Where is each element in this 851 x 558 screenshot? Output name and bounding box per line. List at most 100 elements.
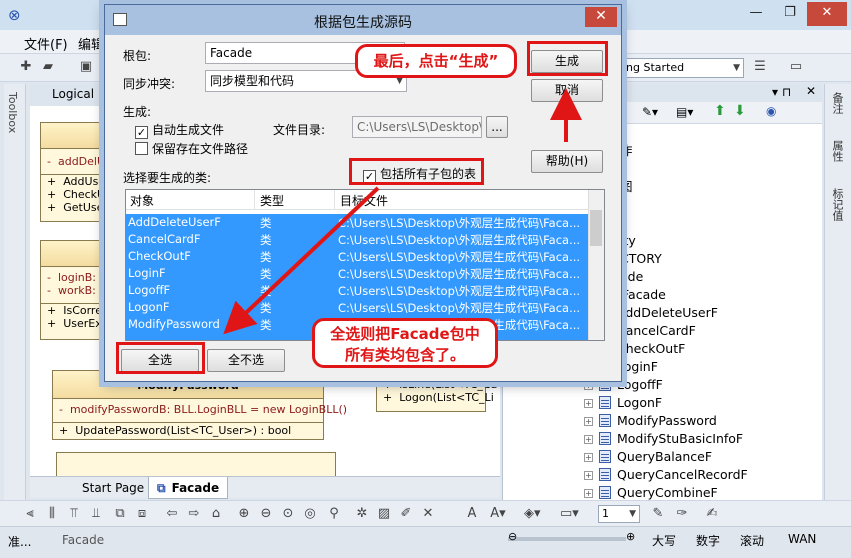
list-row[interactable]: AddDeleteUserF 类 C:\Users\LS\Desktop\外观层生成… xyxy=(126,214,588,231)
tab-logical[interactable]: Logical xyxy=(52,87,94,101)
callout-select-all: 全选则把Facade包中所有类均包含了。 xyxy=(312,318,498,368)
tree-item[interactable]: + ModifyStuBasicInfoF xyxy=(584,430,743,448)
help-button[interactable]: 帮助(H) xyxy=(531,150,603,173)
toolbar-combo[interactable]: ing Started ▼ xyxy=(620,58,744,78)
open-folder-icon[interactable]: ▰ xyxy=(40,59,56,75)
tree-item-partial[interactable]: ade xyxy=(620,268,643,286)
expand-icon[interactable]: + xyxy=(584,489,593,498)
list-scrollbar-thumb[interactable] xyxy=(590,210,602,246)
keep-path-checkbox[interactable]: 保留存在文件路径 xyxy=(135,140,248,157)
cancel-button[interactable]: 取消 xyxy=(531,79,603,102)
expand-icon[interactable]: + xyxy=(584,471,593,480)
list-row[interactable]: CancelCardF 类 C:\Users\LS\Desktop\外观层生成代码\… xyxy=(126,231,588,248)
menu-file[interactable]: 文件(F) xyxy=(24,34,68,53)
dialog-close-icon[interactable]: ✕ xyxy=(585,7,617,27)
select-none-button[interactable]: 全不选 xyxy=(207,349,285,372)
zoom-out-icon[interactable]: ⊖ xyxy=(258,506,274,522)
forward-icon[interactable]: ⇨ xyxy=(186,506,202,522)
save-icon[interactable]: ▣ xyxy=(78,59,94,75)
tree-item-partial[interactable]: CTORY xyxy=(620,250,662,268)
toolbox-label[interactable]: Toolbox xyxy=(6,92,19,133)
zoom-plus-icon[interactable]: ⊕ xyxy=(626,530,635,543)
list-row[interactable]: LoginF 类 C:\Users\LS\Desktop\外观层生成代码\Faca.… xyxy=(126,265,588,282)
tree-item[interactable]: + ModifyPassword xyxy=(584,412,717,430)
select-classes-label: 选择要生成的类: xyxy=(123,171,212,185)
settings-icon[interactable]: ✲ xyxy=(354,506,370,522)
root-package-label: 根包: xyxy=(123,49,152,63)
align-bottom-icon[interactable]: ⫫ xyxy=(88,506,104,522)
align-top-icon[interactable]: ⫪ xyxy=(66,506,82,522)
tree-item[interactable]: + QueryCancelRecordF xyxy=(584,466,748,484)
browse-button[interactable]: ... xyxy=(486,116,508,138)
expand-icon[interactable]: + xyxy=(584,417,593,426)
list-row[interactable]: CheckOutF 类 C:\Users\LS\Desktop\外观层生成代码\Fa… xyxy=(126,248,588,265)
back-icon[interactable]: ⇦ xyxy=(164,506,180,522)
tree-item[interactable]: + QueryCombineF xyxy=(584,484,718,500)
zoom-minus-icon[interactable]: ⊖ xyxy=(508,530,517,543)
column-header-target[interactable]: 目标文件 xyxy=(340,192,388,209)
list-view-icon[interactable]: ☰ xyxy=(752,59,768,75)
properties-icon[interactable]: ▤▾ xyxy=(676,105,693,119)
side-tab-properties[interactable]: 属性 xyxy=(829,140,845,162)
brush-icon[interactable]: ✑ xyxy=(674,506,690,522)
minimize-icon[interactable]: — xyxy=(739,2,773,26)
font-icon[interactable]: A xyxy=(464,506,480,522)
side-tab-notes[interactable]: 备注 xyxy=(829,92,845,114)
align-left-icon[interactable]: ⫷ xyxy=(22,506,38,522)
zoom-fit-icon[interactable]: ⊙ xyxy=(280,506,296,522)
arrow-down-icon[interactable]: ⬇ xyxy=(734,103,746,119)
expand-icon[interactable]: + xyxy=(584,399,593,408)
list-row[interactable]: LogonF 类 C:\Users\LS\Desktop\外观层生成代码\Faca.… xyxy=(126,299,588,316)
paint-icon[interactable]: ✐ xyxy=(398,506,414,522)
tab-facade[interactable]: ⧉ Facade xyxy=(148,477,229,499)
same-size-icon[interactable]: ⧉ xyxy=(112,506,128,522)
uml-class-box[interactable] xyxy=(56,452,336,476)
zoom-slider[interactable] xyxy=(508,537,626,541)
keep-path-label: 保留存在文件路径 xyxy=(152,142,249,156)
zoom-100-icon[interactable]: ◎ xyxy=(302,506,318,522)
line-color-icon[interactable]: ▭▾ xyxy=(560,506,579,522)
window-icon[interactable]: ▭ xyxy=(788,59,804,75)
menu-edit[interactable]: 编辑 xyxy=(78,34,104,53)
image-icon[interactable]: ▨ xyxy=(376,506,392,522)
status-num: 数字 xyxy=(696,534,721,548)
edit-icon[interactable]: ✎▾ xyxy=(642,105,658,119)
sync-conflict-value: 同步模型和代码 xyxy=(210,74,295,88)
file-dir-field[interactable]: C:\Users\LS\Desktop\外观 xyxy=(352,116,482,138)
new-icon[interactable]: ✚ xyxy=(18,59,34,75)
fill-color-icon[interactable]: ◈▾ xyxy=(524,506,541,522)
expand-icon[interactable]: + xyxy=(584,453,593,462)
side-tab-tagged-values[interactable]: 标记值 xyxy=(829,188,845,221)
checkbox-empty-icon xyxy=(135,142,148,155)
tree-item[interactable]: + QueryBalanceF xyxy=(584,448,712,466)
delete-icon[interactable]: ✕ xyxy=(420,506,436,522)
zoom-in-icon[interactable]: ⊕ xyxy=(236,506,252,522)
dialog-title: 根据包生成源码 xyxy=(314,15,412,31)
column-header-type[interactable]: 类型 xyxy=(260,192,284,209)
auto-generate-checkbox[interactable]: ✓ 自动生成文件 xyxy=(135,121,224,139)
arrow-up-icon[interactable]: ⬆ xyxy=(714,103,726,119)
tree-item-facade[interactable]: Facade xyxy=(622,286,666,304)
tab-start-page[interactable]: Start Page xyxy=(74,477,152,499)
status-text: 准... xyxy=(8,535,32,549)
maximize-icon[interactable]: ❐ xyxy=(773,2,807,26)
help-icon[interactable]: ◉ xyxy=(766,104,776,118)
expand-icon[interactable]: + xyxy=(584,381,593,390)
highlight-icon[interactable]: ✍▾ xyxy=(704,506,720,537)
toolbox-strip[interactable] xyxy=(4,84,26,524)
column-header-object[interactable]: 对象 xyxy=(130,192,154,209)
tree-item-partial[interactable]: ity xyxy=(620,232,636,250)
home-icon[interactable]: ⌂ xyxy=(208,506,224,522)
close-icon[interactable]: ✕ xyxy=(806,84,816,98)
align-center-icon[interactable]: ⫼ xyxy=(44,506,60,522)
line-width-select[interactable]: 1 ▼ xyxy=(598,505,640,523)
list-row[interactable]: LogoffF 类 C:\Users\LS\Desktop\外观层生成代码\Faca… xyxy=(126,282,588,299)
search-icon[interactable]: ⚲ xyxy=(326,506,342,522)
expand-icon[interactable]: + xyxy=(584,435,593,444)
pin-icon[interactable]: ▾ ⊓ xyxy=(772,85,791,99)
close-icon[interactable]: ✕ xyxy=(807,2,847,26)
font-color-icon[interactable]: A▾ xyxy=(490,506,506,522)
tree-item[interactable]: + LogonF xyxy=(584,394,662,412)
same-width-icon[interactable]: ⧈ xyxy=(134,506,150,522)
format-painter-icon[interactable]: ✎ xyxy=(650,506,666,522)
